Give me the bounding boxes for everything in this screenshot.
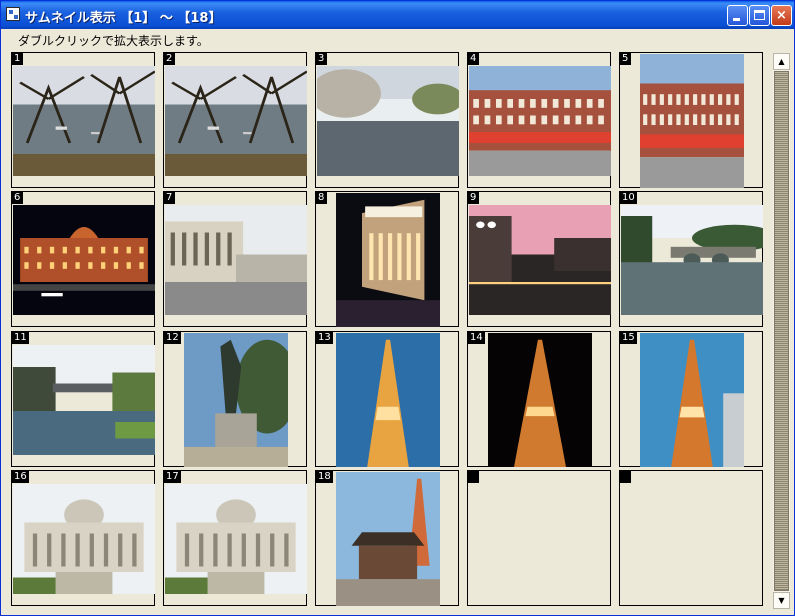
thumbnail-cell[interactable]: 5 <box>619 52 763 188</box>
scroll-thumb[interactable] <box>774 71 789 591</box>
thumbnail-image[interactable] <box>165 484 307 594</box>
thumbnail-cell[interactable]: 8 <box>315 191 459 327</box>
thumbnail-cell[interactable]: 14 <box>467 331 611 467</box>
thumbnail-number: 14 <box>468 332 485 344</box>
thumbnail-cell[interactable]: 16 <box>11 470 155 606</box>
thumbnail-cell[interactable]: 4 <box>467 52 611 188</box>
thumbnail-number: 4 <box>468 53 479 65</box>
down-arrow-icon: ▼ <box>778 596 785 605</box>
minimize-icon <box>733 18 740 21</box>
thumbnail-number: 18 <box>316 471 333 483</box>
thumbnail-image[interactable] <box>469 66 611 176</box>
thumbnail-number: 11 <box>12 332 29 344</box>
thumbnail-number: 15 <box>620 332 637 344</box>
thumbnail-cell[interactable]: 9 <box>467 191 611 327</box>
thumbnail-window: サムネイル表示 【1】 ～ 【18】 × ダブルクリックで拡大表示します。 1 … <box>0 0 795 616</box>
thumbnail-cell[interactable]: 6 <box>11 191 155 327</box>
thumbnail-number <box>468 471 479 483</box>
thumbnail-image[interactable] <box>165 205 307 315</box>
thumbnail-number: 5 <box>620 53 631 65</box>
thumbnail-number: 8 <box>316 192 327 204</box>
thumbnail-cell[interactable]: 1 <box>11 52 155 188</box>
thumbnail-image[interactable] <box>640 333 744 467</box>
thumbnail-cell <box>619 470 763 606</box>
thumbnail-image[interactable] <box>469 205 611 315</box>
thumbnail-number: 7 <box>164 192 175 204</box>
thumbnail-image[interactable] <box>13 484 155 594</box>
thumbnail-number: 17 <box>164 471 181 483</box>
thumbnail-image[interactable] <box>184 333 288 467</box>
scroll-down-button[interactable]: ▼ <box>773 592 790 609</box>
thumbnail-cell[interactable]: 3 <box>315 52 459 188</box>
thumbnail-image[interactable] <box>621 205 763 315</box>
minimize-button[interactable] <box>727 5 748 26</box>
thumbnail-cell[interactable]: 11 <box>11 331 155 467</box>
scroll-up-button[interactable]: ▲ <box>773 53 790 70</box>
thumbnail-number: 10 <box>620 192 637 204</box>
close-icon: × <box>776 8 787 23</box>
thumbnail-number: 9 <box>468 192 479 204</box>
thumbnail-number <box>620 471 631 483</box>
maximize-button[interactable] <box>749 5 770 26</box>
thumbnail-cell[interactable]: 15 <box>619 331 763 467</box>
title-bar[interactable]: サムネイル表示 【1】 ～ 【18】 × <box>1 1 794 29</box>
thumbnail-number: 13 <box>316 332 333 344</box>
window-title: サムネイル表示 【1】 ～ 【18】 <box>25 11 222 26</box>
thumbnail-number: 3 <box>316 53 327 65</box>
thumbnail-image[interactable] <box>336 193 440 327</box>
vertical-scrollbar[interactable]: ▲ ▼ <box>773 53 790 609</box>
up-arrow-icon: ▲ <box>778 57 785 66</box>
thumbnail-image[interactable] <box>640 54 744 188</box>
thumbnail-number: 6 <box>12 192 23 204</box>
thumbnail-cell[interactable]: 2 <box>163 52 307 188</box>
thumbnail-image[interactable] <box>13 205 155 315</box>
thumbnail-cell <box>467 470 611 606</box>
thumbnail-image[interactable] <box>13 66 155 176</box>
thumbnail-image[interactable] <box>13 345 155 455</box>
thumbnail-number: 2 <box>164 53 175 65</box>
thumbnail-image[interactable] <box>317 66 459 176</box>
app-icon <box>6 7 20 21</box>
thumbnail-number: 12 <box>164 332 181 344</box>
instruction-text: ダブルクリックで拡大表示します。 <box>18 34 209 48</box>
thumbnail-cell[interactable]: 17 <box>163 470 307 606</box>
thumbnail-cell[interactable]: 7 <box>163 191 307 327</box>
thumbnail-image[interactable] <box>165 66 307 176</box>
thumbnail-number: 16 <box>12 471 29 483</box>
close-button[interactable]: × <box>771 5 792 26</box>
thumbnail-image[interactable] <box>336 333 440 467</box>
thumbnail-cell[interactable]: 12 <box>163 331 307 467</box>
thumbnail-cell[interactable]: 18 <box>315 470 459 606</box>
thumbnail-cell[interactable]: 13 <box>315 331 459 467</box>
thumbnail-cell[interactable]: 10 <box>619 191 763 327</box>
thumbnail-number: 1 <box>12 53 23 65</box>
thumbnail-image[interactable] <box>488 333 592 467</box>
thumbnail-image[interactable] <box>336 472 440 606</box>
maximize-icon <box>754 10 765 20</box>
